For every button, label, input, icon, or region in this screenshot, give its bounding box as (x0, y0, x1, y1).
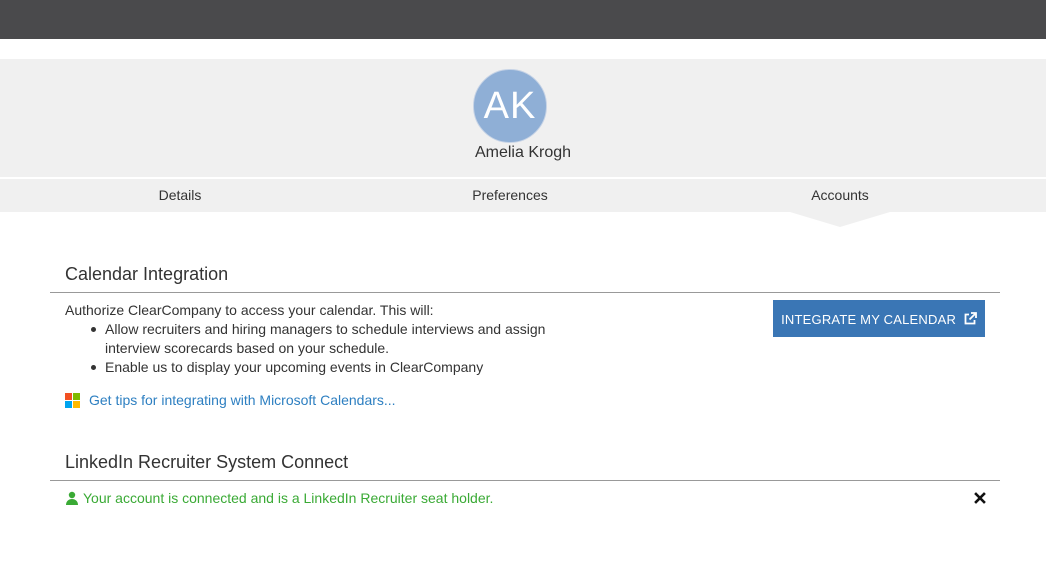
integrate-calendar-label: INTEGRATE MY CALENDAR (781, 312, 957, 327)
microsoft-tips-link[interactable]: Get tips for integrating with Microsoft … (65, 391, 396, 410)
profile-tabs: Details Preferences Accounts (0, 179, 1046, 212)
close-icon[interactable] (972, 489, 988, 507)
microsoft-tips-link-label: Get tips for integrating with Microsoft … (89, 392, 396, 408)
calendar-benefits-list: Allow recruiters and hiring managers to … (91, 320, 585, 377)
tab-details[interactable]: Details (15, 179, 345, 212)
section-divider (50, 480, 1000, 481)
list-item: Allow recruiters and hiring managers to … (91, 320, 585, 358)
external-link-icon (963, 303, 977, 340)
calendar-integration-title: Calendar Integration (65, 264, 229, 284)
user-name: Amelia Krogh (474, 144, 572, 161)
user-icon (65, 491, 79, 510)
section-divider (50, 292, 1000, 293)
tab-preferences[interactable]: Preferences (345, 179, 675, 212)
top-bar (0, 0, 1046, 39)
microsoft-logo-icon (65, 393, 80, 408)
linkedin-status: Your account is connected and is a Linke… (65, 489, 493, 510)
active-tab-indicator (790, 212, 890, 227)
profile-header: AK Amelia Krogh (0, 59, 1046, 177)
calendar-intro-text: Authorize ClearCompany to access your ca… (65, 302, 434, 318)
tab-accounts[interactable]: Accounts (675, 179, 1005, 212)
integrate-calendar-button[interactable]: INTEGRATE MY CALENDAR (773, 300, 985, 337)
avatar: AK (473, 69, 547, 143)
linkedin-connect-title: LinkedIn Recruiter System Connect (65, 452, 349, 472)
list-item: Enable us to display your upcoming event… (91, 358, 585, 377)
linkedin-status-text: Your account is connected and is a Linke… (83, 490, 494, 506)
